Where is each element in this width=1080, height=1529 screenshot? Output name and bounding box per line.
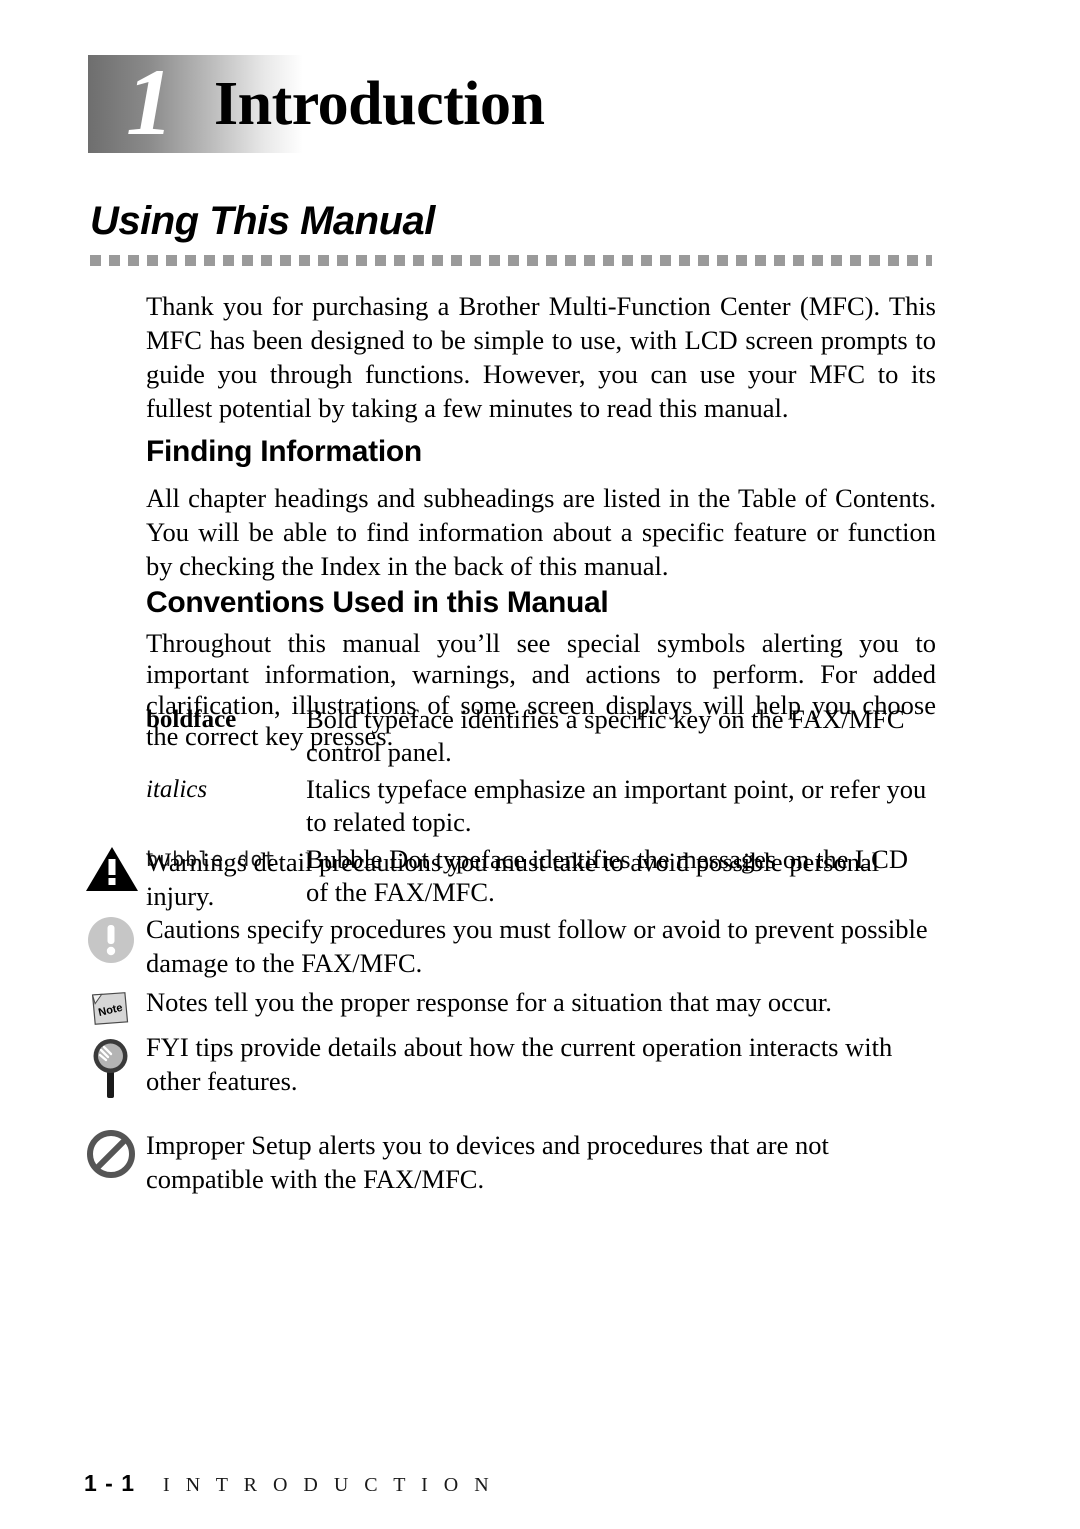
chapter-title: Introduction (214, 70, 545, 138)
section-divider-rule (90, 255, 932, 266)
intro-paragraph: Thank you for purchasing a Brother Multi… (146, 291, 936, 423)
warning-note-text: Warnings detail precautions you must tak… (146, 847, 880, 911)
finding-information-paragraph: All chapter headings and subheadings are… (146, 483, 936, 581)
convention-term: boldface (146, 706, 237, 733)
fyi-note-block: FYI tips provide details about how the c… (84, 1030, 936, 1098)
convention-description: Italics typeface emphasize an important … (306, 774, 927, 837)
page-footer: 1 - 1 I N T R O D U C T I O N (84, 1470, 494, 1497)
prohibited-icon (84, 1128, 146, 1184)
warning-triangle-icon (84, 845, 146, 901)
table-row: italics Italics typeface emphasize an im… (146, 773, 936, 839)
convention-description: Bold typeface identifies a specific key … (306, 704, 905, 767)
footer-chapter-label: I N T R O D U C T I O N (163, 1474, 495, 1496)
warning-note-block: Warnings detail precautions you must tak… (84, 845, 936, 913)
chapter-header: 1 Introduction (88, 49, 558, 155)
footer-page-number: 1 - 1 (84, 1470, 136, 1496)
caution-note-block: Cautions specify procedures you must fol… (84, 912, 936, 980)
document-page: 1 Introduction Using This Manual Thank y… (0, 0, 1080, 1529)
improper-setup-note-block: Improper Setup alerts you to devices and… (84, 1128, 936, 1196)
conventions-heading: Conventions Used in this Manual (146, 586, 609, 619)
magnifier-fyi-icon (84, 1030, 146, 1098)
convention-term: italics (146, 776, 208, 803)
table-row: boldface Bold typeface identifies a spec… (146, 703, 936, 769)
chapter-number: 1 (126, 49, 174, 155)
fyi-note-text: FYI tips provide details about how the c… (146, 1032, 893, 1096)
finding-information-heading: Finding Information (146, 435, 422, 468)
note-block-text: Notes tell you the proper response for a… (146, 987, 832, 1017)
caution-note-text: Cautions specify procedures you must fol… (146, 914, 928, 978)
section-title: Using This Manual (90, 199, 435, 243)
improper-setup-note-text: Improper Setup alerts you to devices and… (146, 1130, 829, 1194)
caution-exclamation-icon (84, 912, 146, 968)
